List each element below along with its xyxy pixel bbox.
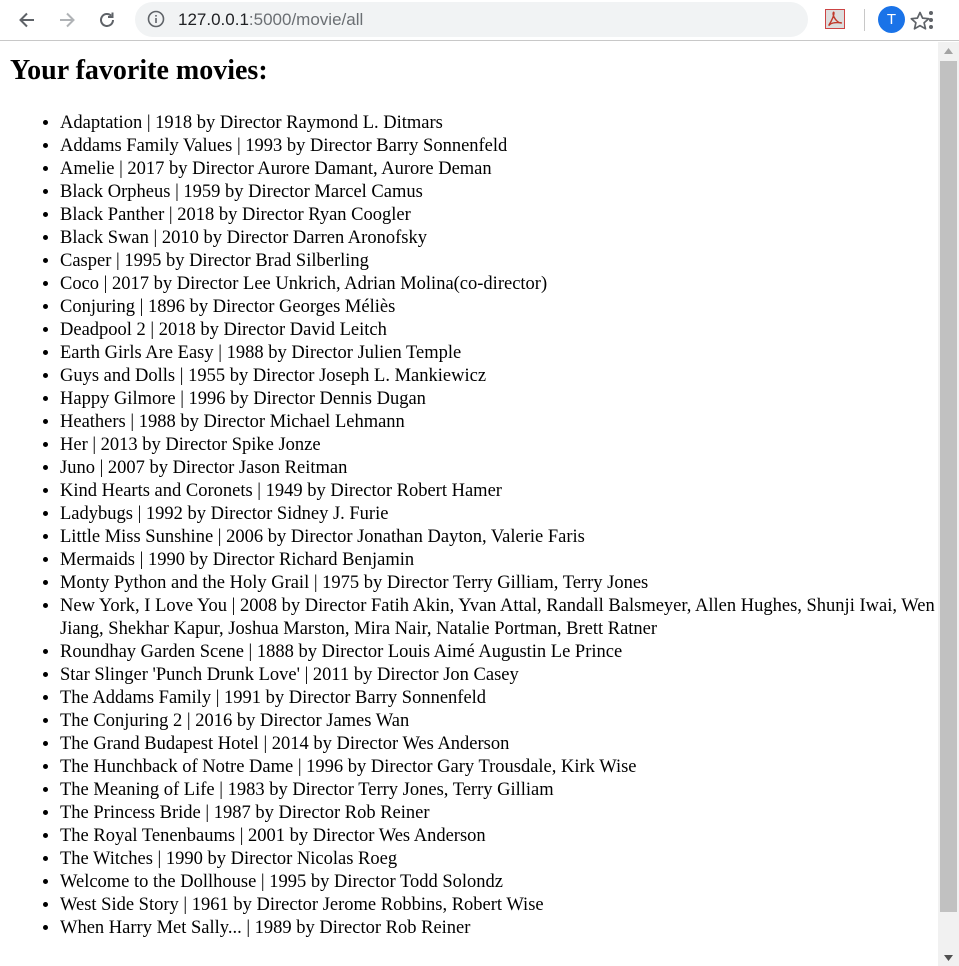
arrow-right-icon: [60, 12, 75, 28]
arrow-left-icon: [19, 12, 34, 28]
movie-list-item: The Grand Budapest Hotel | 2014 by Direc…: [60, 733, 936, 756]
forward-button[interactable]: [51, 4, 83, 36]
movie-list-item: Juno | 2007 by Director Jason Reitman: [60, 457, 936, 480]
url-host: 127.0.0.1: [178, 10, 249, 29]
info-icon[interactable]: [147, 10, 165, 28]
movie-list: Adaptation | 1918 by Director Raymond L.…: [0, 112, 936, 940]
movie-list-item: Black Swan | 2010 by Director Darren Aro…: [60, 227, 936, 250]
movie-list-item: Earth Girls Are Easy | 1988 by Director …: [60, 342, 936, 365]
movie-list-item: When Harry Met Sally... | 1989 by Direct…: [60, 917, 936, 940]
movie-list-item: The Princess Bride | 1987 by Director Ro…: [60, 802, 936, 825]
movie-list-item: The Hunchback of Notre Dame | 1996 by Di…: [60, 756, 936, 779]
url-text[interactable]: 127.0.0.1:5000/movie/all: [178, 10, 363, 29]
page-content: Your favorite movies: Adaptation | 1918 …: [0, 42, 938, 966]
movie-list-item: The Conjuring 2 | 2016 by Director James…: [60, 710, 936, 733]
movie-list-item: Kind Hearts and Coronets | 1949 by Direc…: [60, 480, 936, 503]
address-bar[interactable]: 127.0.0.1:5000/movie/all: [135, 2, 930, 37]
pdf-extension-icon[interactable]: [825, 9, 845, 29]
movie-list-item: Happy Gilmore | 1996 by Director Dennis …: [60, 388, 936, 411]
browser-toolbar: 127.0.0.1:5000/movie/all T: [0, 0, 959, 41]
movie-list-item: Conjuring | 1896 by Director Georges Mél…: [60, 296, 936, 319]
scroll-up-button[interactable]: [938, 42, 959, 59]
movie-list-item: The Addams Family | 1991 by Director Bar…: [60, 687, 936, 710]
movie-list-item: Welcome to the Dollhouse | 1995 by Direc…: [60, 871, 936, 894]
scroll-down-button[interactable]: [938, 949, 959, 966]
movie-list-item: The Meaning of Life | 1983 by Director T…: [60, 779, 936, 802]
triangle-down-icon: [944, 954, 953, 961]
triangle-up-icon: [944, 47, 953, 54]
acrobat-icon: [828, 11, 843, 26]
movie-list-item: Addams Family Values | 1993 by Director …: [60, 135, 936, 158]
movie-list-item: Ladybugs | 1992 by Director Sidney J. Fu…: [60, 503, 936, 526]
movie-list-item: The Witches | 1990 by Director Nicolas R…: [60, 848, 936, 871]
toolbar-divider: [864, 9, 865, 31]
reload-button[interactable]: [91, 4, 123, 36]
movie-list-item: Little Miss Sunshine | 2006 by Director …: [60, 526, 936, 549]
vertical-scrollbar[interactable]: [938, 42, 959, 966]
url-path: :5000/movie/all: [248, 10, 364, 29]
movie-list-item: Mermaids | 1990 by Director Richard Benj…: [60, 549, 936, 572]
profile-avatar[interactable]: T: [878, 6, 905, 33]
movie-list-item: Heathers | 1988 by Director Michael Lehm…: [60, 411, 936, 434]
movie-list-item: Black Orpheus | 1959 by Director Marcel …: [60, 181, 936, 204]
page-title: Your favorite movies:: [10, 55, 268, 86]
more-menu-icon[interactable]: [922, 9, 940, 31]
movie-list-item: Her | 2013 by Director Spike Jonze: [60, 434, 936, 457]
movie-list-item: Casper | 1995 by Director Brad Silberlin…: [60, 250, 936, 273]
movie-list-item: New York, I Love You | 2008 by Director …: [60, 595, 936, 641]
movie-list-item: West Side Story | 1961 by Director Jerom…: [60, 894, 936, 917]
movie-list-item: Black Panther | 2018 by Director Ryan Co…: [60, 204, 936, 227]
movie-list-item: Star Slinger 'Punch Drunk Love' | 2011 b…: [60, 664, 936, 687]
movie-list-item: The Royal Tenenbaums | 2001 by Director …: [60, 825, 936, 848]
reload-icon: [100, 12, 114, 27]
movie-list-item: Amelie | 2017 by Director Aurore Damant,…: [60, 158, 936, 181]
movie-list-item: Monty Python and the Holy Grail | 1975 b…: [60, 572, 936, 595]
movie-list-item: Roundhay Garden Scene | 1888 by Director…: [60, 641, 936, 664]
back-button[interactable]: [11, 4, 43, 36]
scroll-thumb[interactable]: [940, 61, 957, 912]
movie-list-item: Deadpool 2 | 2018 by Director David Leit…: [60, 319, 936, 342]
movie-list-item: Adaptation | 1918 by Director Raymond L.…: [60, 112, 936, 135]
movie-list-item: Guys and Dolls | 1955 by Director Joseph…: [60, 365, 936, 388]
movie-list-item: Coco | 2017 by Director Lee Unkrich, Adr…: [60, 273, 936, 296]
